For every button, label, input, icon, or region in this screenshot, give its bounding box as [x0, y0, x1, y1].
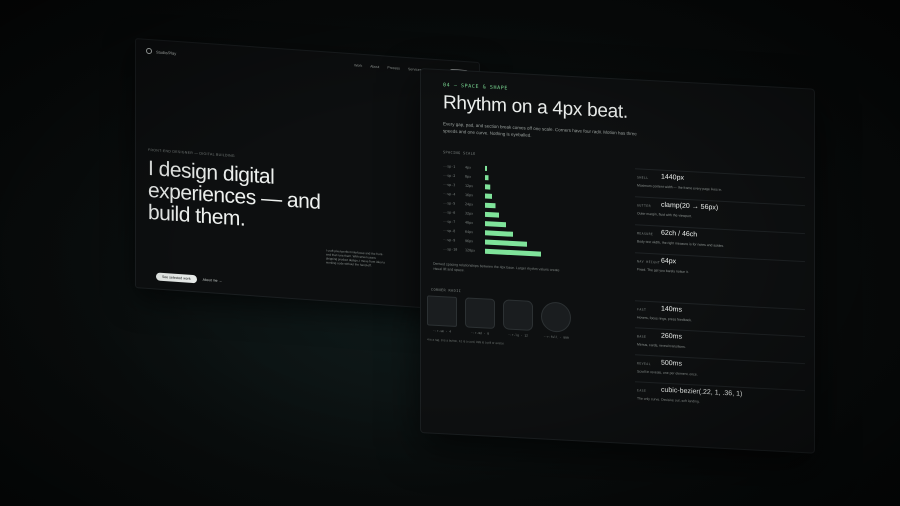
- design-system-panel: 04 — SPACE & SHAPE Rhythm on a 4px beat.…: [420, 68, 815, 454]
- motion-desc: Menus, cards, reveal transitions.: [637, 342, 686, 349]
- nav-link-process[interactable]: Process: [387, 66, 400, 71]
- spacing-bar: [485, 211, 499, 218]
- spacing-bar: [485, 184, 491, 190]
- spec-key: GUTTER: [637, 203, 651, 209]
- spacing-token-label: --sp-8: [443, 229, 455, 234]
- spacing-token-label: --sp-3: [443, 183, 455, 188]
- spacing-bar: [485, 239, 527, 247]
- spacing-value-label: 24px: [465, 202, 473, 206]
- spacing-scale-chart: --sp-1 4px --sp-2 8px --sp-3 12px --sp-4 16px --…: [443, 164, 541, 257]
- radius-swatch-full: [541, 301, 571, 333]
- radius-caption: --r-full · 999: [543, 334, 569, 340]
- spec-key: MEASURE: [637, 231, 654, 237]
- motion-key: FAST: [637, 307, 647, 312]
- radius-swatch-lg: [503, 299, 533, 331]
- scene: Studio/Play Work About Process Services …: [0, 0, 900, 506]
- spacing-value-label: 16px: [465, 193, 473, 197]
- spacing-token-label: --sp-4: [443, 192, 455, 197]
- motion-value: 260ms: [661, 332, 683, 341]
- spec-value: clamp(20 → 56px): [661, 201, 719, 212]
- layout-specs: SHELL 1440px Maximum content width — the…: [635, 168, 805, 290]
- section-subtitle: Every gap, pad, and section break comes …: [443, 121, 637, 138]
- spacing-bar: [485, 202, 496, 209]
- motion-desc: Hovers, focus rings, press feedback.: [637, 315, 692, 323]
- spacing-token-label: --sp-1: [443, 164, 455, 169]
- radius-caption: --r-lg · 12: [508, 332, 528, 338]
- spacing-value-label: 64px: [465, 230, 473, 234]
- radius-item-sm: --r-sm · 4: [427, 295, 457, 334]
- radius-item-full: --r-full · 999: [541, 301, 571, 340]
- hero-description: I craft pixel-perfect interfaces and the…: [326, 248, 386, 268]
- spacing-value-label: 4px: [465, 165, 471, 169]
- spacing-token-label: --sp-7: [443, 219, 455, 224]
- corner-radii-list: --r-sm · 4 --r-md · 8 --r-lg · 12 --r-fu…: [427, 295, 571, 340]
- see-work-button[interactable]: See selected work: [156, 272, 197, 284]
- radius-item-md: --r-md · 8: [465, 297, 495, 336]
- spacing-value-label: 48px: [465, 221, 473, 225]
- nav-link-work[interactable]: Work: [354, 63, 362, 68]
- spacing-scale-label: SPACING SCALE: [443, 150, 476, 156]
- spec-value: 1440px: [661, 173, 684, 182]
- spacing-token-label: --sp-9: [443, 238, 455, 243]
- spacing-bar: [485, 230, 513, 237]
- corner-radii-label: CORNER RADII: [431, 287, 462, 294]
- spec-key: SHELL: [637, 175, 649, 180]
- spacing-value-label: 8px: [465, 175, 471, 179]
- motion-desc: The only curve. Decisive out, soft landi…: [637, 396, 700, 404]
- nav-link-about[interactable]: About: [370, 64, 379, 69]
- motion-key: EASE: [637, 388, 647, 393]
- spacing-bar: [485, 193, 492, 199]
- spacing-token-label: --sp-2: [443, 173, 455, 178]
- radii-note: 4 is a tag, 8 is a button, 12 is a card,…: [427, 337, 505, 346]
- about-link[interactable]: About me →: [203, 278, 222, 283]
- spacing-bar: [485, 175, 489, 181]
- spec-key: NAV HEIGHT: [637, 259, 661, 265]
- radius-swatch-md: [465, 297, 495, 329]
- spacing-token-label: --sp-5: [443, 201, 455, 206]
- motion-specs: FAST 140ms Hovers, focus rings, press fe…: [635, 300, 805, 418]
- spec-desc: Outer margin, fluid with the viewport.: [637, 211, 693, 219]
- spacing-value-label: 32px: [465, 211, 473, 215]
- spacing-bar: [485, 248, 541, 257]
- spacing-value-label: 96px: [465, 239, 473, 243]
- spacing-token-label: --sp-6: [443, 210, 455, 215]
- site-logo[interactable]: Studio/Play: [146, 47, 177, 56]
- spacing-bar: [485, 165, 487, 172]
- hero-actions: See selected work About me →: [156, 272, 222, 285]
- spacing-value-label: 128px: [465, 248, 475, 253]
- section-title: Rhythm on a 4px beat.: [443, 92, 628, 123]
- spec-desc: Maximum content width — the frame every …: [637, 183, 723, 192]
- radius-caption: --r-sm · 4: [432, 328, 452, 334]
- spec-desc: Body text width, the right measure is fo…: [637, 239, 725, 248]
- motion-value: cubic-bezier(.22, 1, .36, 1): [661, 386, 743, 398]
- hero-heading: I design digital experiences — and build…: [148, 157, 348, 238]
- spec-value: 64px: [661, 257, 677, 266]
- spacing-token-label: --sp-10: [443, 247, 457, 252]
- radius-item-lg: --r-lg · 12: [503, 299, 533, 338]
- spacing-value-label: 12px: [465, 184, 473, 188]
- spec-value: 62ch / 46ch: [661, 229, 698, 239]
- section-eyebrow: 04 — SPACE & SHAPE: [443, 82, 508, 92]
- motion-value: 500ms: [661, 359, 683, 368]
- motion-value: 140ms: [661, 305, 683, 314]
- spacing-bar: [485, 221, 506, 228]
- radius-swatch-sm: [427, 295, 457, 327]
- logo-text: Studio/Play: [156, 48, 177, 56]
- motion-key: REVEAL: [637, 361, 651, 367]
- logo-mark-icon: [146, 47, 152, 55]
- spec-desc: Fixed. The gel you barely notice it.: [637, 267, 689, 275]
- spacing-chart-note: Derived spacing relationships between th…: [433, 261, 560, 273]
- radius-caption: --r-md · 8: [470, 330, 490, 336]
- motion-desc: Scroll-in reveals, one per element, once…: [637, 369, 698, 377]
- hero-eyebrow: FRONT-END DESIGNER — DIGITAL BUILDING: [148, 147, 235, 158]
- motion-key: BASE: [637, 334, 647, 339]
